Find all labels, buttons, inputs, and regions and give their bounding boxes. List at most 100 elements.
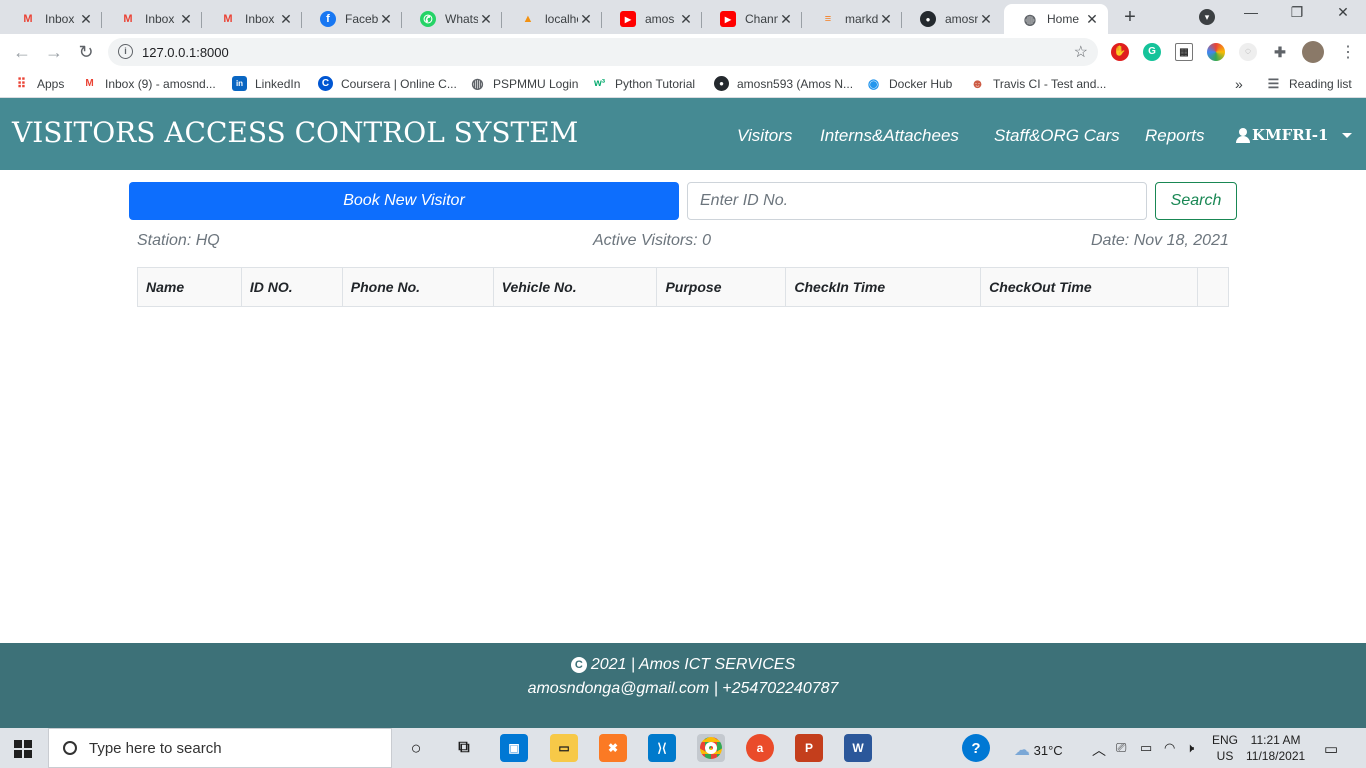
- color-picker-icon[interactable]: [1207, 43, 1225, 61]
- close-icon[interactable]: ✕: [478, 11, 494, 28]
- grammarly-icon[interactable]: G: [1143, 43, 1161, 61]
- back-icon[interactable]: ←: [10, 41, 34, 63]
- site-footer: C 2021 | Amos ICT SERVICES amosndonga@gma…: [0, 643, 1366, 728]
- bookmark-item[interactable]: C Coursera | Online C...: [318, 76, 457, 91]
- browser-tab[interactable]: MInbox (✕: [202, 4, 302, 34]
- close-icon[interactable]: ✕: [778, 11, 794, 28]
- xampp-icon[interactable]: ✖: [599, 734, 627, 762]
- notifications-icon[interactable]: ▭: [1324, 740, 1338, 758]
- browser-tab[interactable]: ▲localho✕: [502, 4, 602, 34]
- bookmark-item[interactable]: ◍ PSPMMU Login: [470, 75, 578, 91]
- phpmyadmin-icon: ▲: [522, 13, 534, 25]
- reload-icon[interactable]: ↻: [74, 41, 98, 63]
- id-search-input[interactable]: [687, 182, 1147, 220]
- bookmark-apps[interactable]: ⠿ Apps: [14, 76, 65, 91]
- bookmark-item[interactable]: ◉ Docker Hub: [866, 76, 953, 91]
- nav-reports[interactable]: Reports: [1145, 126, 1205, 146]
- browser-tab[interactable]: fFacebo✕: [302, 4, 402, 34]
- address-bar[interactable]: i 127.0.0.1:8000 ☆: [108, 38, 1098, 66]
- nav-visitors[interactable]: Visitors: [737, 126, 792, 146]
- bookmark-item[interactable]: in LinkedIn: [232, 76, 300, 91]
- vscode-icon[interactable]: ⟩⟨: [648, 734, 676, 762]
- bookmark-item[interactable]: w³ Python Tutorial: [592, 76, 695, 91]
- browser-menu-icon[interactable]: ⋮: [1340, 42, 1356, 62]
- book-new-visitor-button[interactable]: Book New Visitor: [129, 182, 679, 220]
- adblock-icon[interactable]: ✋: [1111, 43, 1129, 61]
- word-icon[interactable]: W: [844, 734, 872, 762]
- bookmark-star-icon[interactable]: ☆: [1074, 42, 1088, 62]
- avatar[interactable]: [1302, 41, 1324, 63]
- language-indicator[interactable]: ENG US: [1212, 732, 1238, 764]
- user-dropdown[interactable]: KMFRI-1: [1236, 126, 1353, 144]
- minimize-icon[interactable]: —: [1228, 4, 1274, 20]
- w3schools-icon: w³: [593, 78, 606, 89]
- close-icon[interactable]: ✕: [978, 11, 994, 28]
- store-icon[interactable]: ▣: [500, 734, 528, 762]
- restore-icon[interactable]: ❐: [1274, 4, 1320, 21]
- anydesk-icon[interactable]: a: [746, 734, 774, 762]
- weather-widget[interactable]: ☁ 31°C: [1014, 740, 1063, 760]
- gmail-icon: M: [123, 13, 133, 25]
- close-icon[interactable]: ✕: [1084, 11, 1100, 28]
- powerpoint-icon[interactable]: P: [795, 734, 823, 762]
- nav-staff-org-cars[interactable]: Staff&ORG Cars: [994, 126, 1120, 146]
- bookmarks-overflow-icon[interactable]: »: [1235, 76, 1243, 92]
- browser-tab[interactable]: M Inbox ✕: [102, 4, 202, 34]
- cortana-icon[interactable]: ○: [402, 734, 430, 762]
- nav-interns-attachees[interactable]: Interns&Attachees: [820, 126, 959, 146]
- address-url[interactable]: 127.0.0.1:8000: [142, 45, 229, 60]
- close-icon[interactable]: ✕: [878, 11, 894, 28]
- extensions-puzzle-icon[interactable]: ✚: [1271, 43, 1289, 61]
- col-vehicle-no: Vehicle No.: [492, 267, 658, 307]
- col-actions: [1196, 267, 1230, 307]
- help-icon[interactable]: ?: [962, 734, 990, 762]
- close-icon[interactable]: ✕: [578, 11, 594, 28]
- browser-tab[interactable]: ● amosn ✕: [902, 4, 1002, 34]
- close-icon[interactable]: ✕: [278, 11, 294, 28]
- reading-list-button[interactable]: ☰ Reading list: [1266, 76, 1352, 91]
- browser-tab[interactable]: MInbox (✕: [2, 4, 102, 34]
- browser-tab-strip: MInbox (✕ MInbox✕ MInbox (✕ fFacebo✕ ✆Wh…: [0, 0, 1366, 34]
- station-label: Station: HQ: [137, 232, 220, 249]
- user-icon: [1236, 128, 1250, 143]
- chrome-taskbar-icon[interactable]: [697, 734, 725, 762]
- close-icon[interactable]: ✕: [178, 11, 194, 28]
- github-icon: ●: [714, 76, 729, 91]
- tab-search-icon[interactable]: ▾: [1199, 9, 1215, 25]
- browser-tab[interactable]: ✆ Whats ✕: [402, 4, 502, 34]
- visitors-table: Name ID NO. Phone No. Vehicle No. Purpos…: [137, 267, 1230, 307]
- task-view-icon[interactable]: ⧉: [450, 734, 478, 762]
- windows-start-icon[interactable]: [14, 740, 32, 758]
- taskbar-clock[interactable]: 11:21 AM 11/18/2021: [1246, 732, 1305, 764]
- site-brand[interactable]: VISITORS ACCESS CONTROL SYSTEM: [12, 116, 578, 149]
- reading-list-icon: ☰: [1267, 75, 1280, 91]
- tray-chevron-up-icon[interactable]: ︿: [1092, 740, 1106, 760]
- forward-icon[interactable]: →: [42, 41, 66, 63]
- browser-tab[interactable]: ▶amos r✕: [602, 4, 702, 34]
- linkedin-icon: in: [232, 76, 247, 91]
- browser-tab[interactable]: ▶ Chann ✕: [702, 4, 802, 34]
- battery-icon[interactable]: ▭: [1140, 740, 1152, 756]
- facebook-icon: f: [320, 11, 336, 27]
- cloud-icon: ☁: [1014, 742, 1030, 759]
- close-icon[interactable]: ✕: [378, 11, 394, 28]
- extension-icon[interactable]: ◌: [1239, 43, 1257, 61]
- bookmark-item[interactable]: ● amosn593 (Amos N...: [714, 76, 853, 91]
- close-window-icon[interactable]: ✕: [1320, 4, 1366, 21]
- new-tab-icon[interactable]: +: [1118, 6, 1142, 30]
- bookmark-item[interactable]: M Inbox (9) - amosnd...: [82, 76, 215, 91]
- taskbar-search-box[interactable]: Type here to search: [48, 728, 392, 768]
- tray-device-icon[interactable]: ⎚: [1116, 740, 1126, 756]
- info-icon[interactable]: i: [118, 44, 133, 59]
- close-icon[interactable]: ✕: [78, 11, 94, 28]
- volume-muted-icon[interactable]: 🕨: [1186, 740, 1194, 756]
- active-visitors-count: Active Visitors: 0: [593, 232, 711, 249]
- browser-tab-active[interactable]: ◍ Home ✕: [1004, 4, 1108, 34]
- browser-tab[interactable]: ≡ markd ✕: [802, 4, 902, 34]
- wifi-icon[interactable]: ◠: [1164, 740, 1175, 756]
- close-icon[interactable]: ✕: [678, 11, 694, 28]
- calendar-extension-icon[interactable]: ▦: [1175, 43, 1193, 61]
- search-button[interactable]: Search: [1155, 182, 1237, 220]
- file-explorer-icon[interactable]: ▭: [550, 734, 578, 762]
- bookmark-item[interactable]: ☻ Travis CI - Test and...: [970, 76, 1107, 91]
